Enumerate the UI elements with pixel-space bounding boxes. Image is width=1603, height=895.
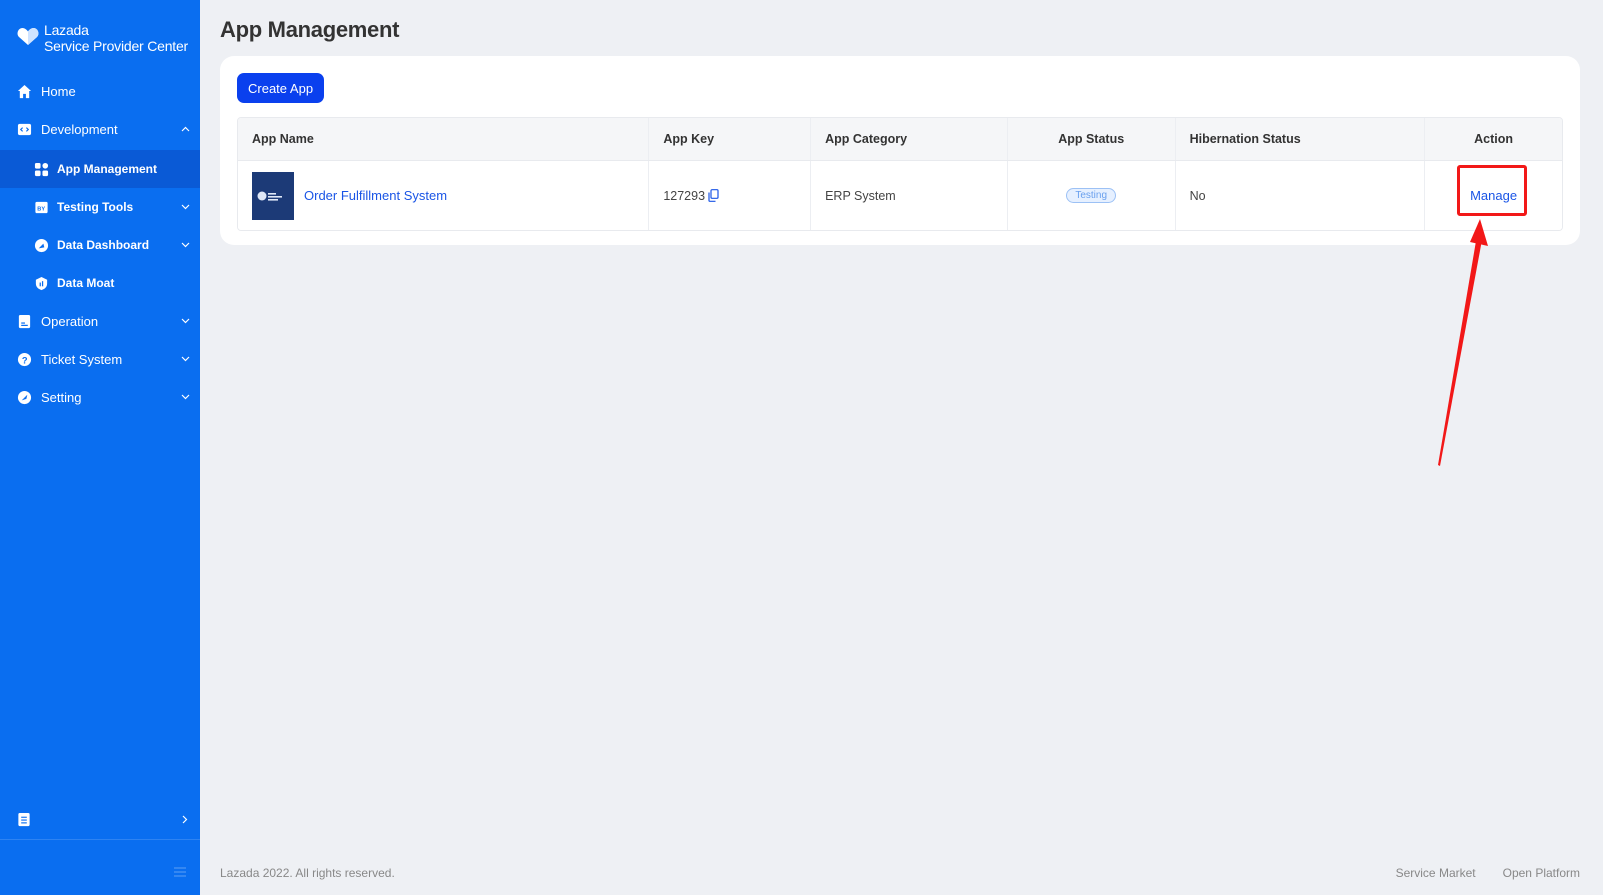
lazada-heart-icon (17, 28, 39, 45)
sidebar-item-data-dashboard[interactable]: Data Dashboard (0, 226, 200, 264)
sidebar-item-home[interactable]: Home (0, 72, 200, 110)
app-key-cell: 127293 (649, 161, 812, 230)
column-header-app-name: App Name (238, 118, 650, 160)
question-icon: ? (17, 352, 32, 367)
svg-text:?: ? (22, 355, 28, 365)
app-category-cell: ERP System (811, 161, 1008, 230)
sidebar-item-label: Setting (41, 389, 82, 405)
app-thumbnail (252, 171, 294, 220)
sidebar-item-app-management[interactable]: App Management (0, 150, 200, 188)
column-header-hibernation-status: Hibernation Status (1176, 118, 1426, 160)
app-list-card: Create App App Name App Key App Category… (220, 56, 1580, 245)
shield-icon (34, 276, 49, 291)
chevron-down-icon (180, 240, 190, 250)
compass-icon (17, 390, 32, 405)
sidebar: Lazada Service Provider Center Home Deve… (0, 0, 200, 895)
brand-subtitle: Service Provider Center (44, 38, 189, 54)
column-header-app-key: App Key (649, 118, 812, 160)
manage-link[interactable]: Manage (1470, 188, 1517, 203)
app-name-link[interactable]: Order Fulfillment System (304, 188, 447, 203)
svg-text:BY: BY (37, 206, 45, 212)
notebook-icon (17, 812, 32, 827)
sidebar-item-ticket-system[interactable]: ? Ticket System (0, 340, 200, 378)
brand-name: Lazada (44, 22, 89, 38)
footer-links: Service Market Open Platform (1396, 866, 1580, 880)
apps-icon (34, 162, 49, 177)
sidebar-item-label: Development (41, 121, 118, 137)
sidebar-item-label: Data Dashboard (57, 238, 150, 252)
collapse-sidebar-icon[interactable] (174, 864, 186, 877)
column-header-app-status: App Status (1008, 118, 1176, 160)
table-header: App Name App Key App Category App Status… (238, 118, 1562, 160)
sidebar-item-label: Home (41, 83, 76, 99)
app-name-cell: Order Fulfillment System (238, 161, 650, 230)
code-icon (17, 122, 32, 137)
brand-logo[interactable]: Lazada Service Provider Center (16, 22, 188, 54)
table-row: Order Fulfillment System 127293 ERP Syst… (238, 160, 1562, 230)
footer-link-service-market[interactable]: Service Market (1396, 866, 1476, 880)
chevron-down-icon (180, 316, 190, 326)
column-header-app-category: App Category (811, 118, 1008, 160)
sidebar-item-label: Ticket System (41, 351, 123, 367)
footer-link-open-platform[interactable]: Open Platform (1503, 866, 1580, 880)
testing-icon: BY (34, 200, 49, 215)
chevron-up-icon (180, 124, 190, 134)
sidebar-item-label: App Management (57, 162, 158, 176)
home-icon (17, 84, 32, 99)
chevron-down-icon (180, 354, 190, 364)
dashboard-icon (34, 238, 49, 253)
document-icon (17, 314, 32, 329)
chevron-down-icon (180, 392, 190, 402)
hibernation-status-cell: No (1176, 161, 1426, 230)
sidebar-item-label: Testing Tools (57, 200, 134, 214)
footer-copyright: Lazada 2022. All rights reserved. (220, 866, 395, 880)
chevron-right-icon (180, 815, 190, 825)
sidebar-item-development[interactable]: Development (0, 110, 200, 148)
sidebar-item-data-moat[interactable]: Data Moat (0, 264, 200, 302)
action-cell: Manage (1425, 161, 1562, 230)
copy-icon[interactable] (708, 189, 719, 202)
app-key-value: 127293 (663, 188, 706, 203)
status-badge: Testing (1066, 188, 1117, 203)
column-header-action: Action (1474, 132, 1514, 146)
sidebar-item-label: Operation (41, 313, 99, 329)
app-status-cell: Testing (1008, 161, 1176, 230)
create-app-button[interactable]: Create App (237, 73, 325, 103)
sidebar-item-setting[interactable]: Setting (0, 378, 200, 416)
sidebar-item-label: Data Moat (57, 276, 115, 290)
chevron-down-icon (180, 202, 190, 212)
sidebar-item-operation[interactable]: Operation (0, 302, 200, 340)
sidebar-bottom-item[interactable] (0, 800, 200, 840)
page-title: App Management (220, 17, 400, 42)
sidebar-item-testing-tools[interactable]: BY Testing Tools (0, 188, 200, 226)
apps-table: App Name App Key App Category App Status… (237, 117, 1563, 231)
